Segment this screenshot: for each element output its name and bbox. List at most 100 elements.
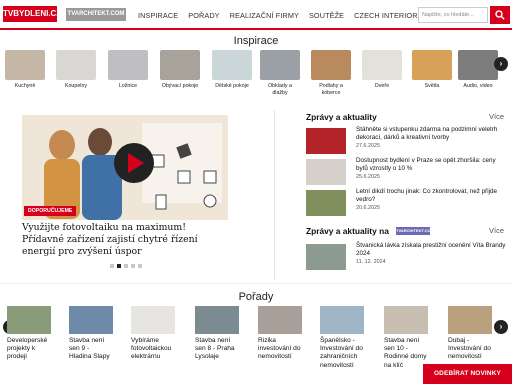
news-title: Dostupnost bydlení v Praze se opět zhorš…	[356, 157, 496, 172]
news2-heading: Zprávy a aktuality na	[306, 226, 389, 236]
category-label: Obklady a dlažby	[268, 83, 292, 96]
show-card[interactable]: Stavba není sen 10 - Rodinné domy na klí…	[384, 306, 428, 370]
show-thumbnail	[195, 306, 239, 334]
porady-title: Pořady	[238, 291, 274, 303]
category-label: Světla	[424, 83, 440, 89]
show-card[interactable]: Stavba není sen 9 - Hladina Slapy	[69, 306, 113, 362]
news-title: Letní dikdí trochu jinak: Co zkontrolova…	[356, 188, 498, 203]
category-obklady-a-dlazby[interactable]: Obklady a dlažby	[260, 50, 300, 96]
news-item[interactable]: Letní dikdí trochu jinak: Co zkontrolova…	[306, 188, 506, 224]
news-thumbnail	[306, 190, 346, 216]
pagination-dot[interactable]	[138, 264, 142, 268]
news-more-link[interactable]: Více	[489, 112, 504, 121]
show-label: Developerské projekty k prodeji	[7, 337, 48, 361]
news-thumbnail	[306, 128, 346, 154]
news-date: 27.6.2025	[356, 142, 380, 149]
show-label: Vybíráme fotovoltaickou elektrárnu	[131, 337, 172, 361]
recommended-badge: DOPORUČUJEME	[24, 206, 77, 216]
hero-title[interactable]: Využijte fotovoltaiku na maximum! Přídav…	[22, 222, 228, 258]
news2-more-link[interactable]: Více	[489, 226, 504, 235]
category-audio-video[interactable]: Audio, video	[458, 50, 498, 90]
category-thumbnail	[362, 50, 402, 80]
category-label: Koupelny	[64, 83, 88, 89]
shows-next-arrow[interactable]: ›	[494, 320, 508, 334]
news-date: 11. 12. 2024	[356, 258, 386, 265]
top-bar: TVBYDLENI.CZ TVARCHITEKT.COM INSPIRACE P…	[0, 0, 512, 30]
news-date: 20.6.2025	[356, 204, 380, 211]
category-label: Obývací pokoje	[161, 83, 199, 89]
category-thumbnail	[212, 50, 252, 80]
news-text: Dostupnost bydlení v Praze se opět zhorš…	[356, 157, 508, 180]
show-card[interactable]: Dubaj - Investování do nemovitostí	[448, 306, 492, 362]
show-thumbnail	[384, 306, 428, 334]
newsletter-subscribe-button[interactable]: ODEBÍRAT NOVINKY	[423, 364, 512, 384]
show-card[interactable]: Developerské projekty k prodeji	[7, 306, 51, 362]
show-card[interactable]: Vybíráme fotovoltaickou elektrárnu	[131, 306, 175, 362]
category-thumbnail	[412, 50, 452, 80]
category-label: Dveře	[374, 83, 390, 89]
header-accent-line	[0, 28, 512, 30]
category-thumbnail	[160, 50, 200, 80]
category-dvere[interactable]: Dveře	[362, 50, 402, 90]
show-thumbnail	[258, 306, 302, 334]
category-thumbnail	[56, 50, 96, 80]
show-label: Stavba není sen 10 - Rodinné domy na klí…	[384, 337, 427, 369]
category-thumbnail	[458, 50, 498, 80]
news-text: Štvanická lávka získala prestižní oceněn…	[356, 242, 508, 265]
news-heading: Zprávy a aktuality	[306, 112, 377, 122]
search-button[interactable]	[490, 6, 510, 24]
news-text: Letní dikdí trochu jinak: Co zkontrolova…	[356, 188, 508, 211]
hero-illustration	[22, 115, 228, 220]
show-card[interactable]: Rizika investování do nemovitostí	[258, 306, 302, 362]
show-label: Dubaj - Investování do nemovitostí	[448, 337, 491, 361]
show-thumbnail	[131, 306, 175, 334]
nav-item-souteze[interactable]: SOUTĚŽE	[309, 11, 344, 20]
news-thumbnail	[306, 159, 346, 185]
category-koupelny[interactable]: Koupelny	[56, 50, 96, 90]
show-label: Stavba není sen 8 - Praha Lysolaje	[195, 337, 235, 361]
category-obyvaci-pokoje[interactable]: Obývací pokoje	[160, 50, 200, 90]
column-divider	[274, 110, 275, 280]
news-item[interactable]: Štvanická lávka získala prestižní oceněn…	[306, 242, 506, 278]
show-card[interactable]: Španělsko - Investování do zahraničních …	[320, 306, 364, 370]
category-label: Kuchyně	[14, 83, 36, 89]
category-detske-pokoje[interactable]: Dětské pokoje	[212, 50, 252, 90]
nav-item-realizacni-firmy[interactable]: REALIZAČNÍ FIRMY	[230, 11, 299, 20]
pagination-dot[interactable]	[110, 264, 114, 268]
news-thumbnail	[306, 244, 346, 270]
show-thumbnail	[7, 306, 51, 334]
category-loznice[interactable]: Ložnice	[108, 50, 148, 90]
pagination-dot[interactable]	[131, 264, 135, 268]
news-text: Stáhněte si vstupenku zdarma na podzimní…	[356, 126, 508, 149]
show-card[interactable]: Stavba není sen 8 - Praha Lysolaje	[195, 306, 239, 362]
nav-item-porady[interactable]: POŘADY	[188, 11, 219, 20]
search-icon	[495, 10, 505, 20]
news-date: 25.6.2025	[356, 173, 380, 180]
main-nav: INSPIRACE POŘADY REALIZAČNÍ FIRMY SOUTĚŽ…	[138, 11, 446, 20]
category-label: Podlahy a koberce	[319, 83, 343, 96]
news-title: Štvanická lávka získala prestižní oceněn…	[356, 242, 506, 257]
logo-tvbydleni[interactable]: TVBYDLENI.CZ	[3, 6, 61, 22]
show-thumbnail	[448, 306, 492, 334]
category-label: Audio, video	[463, 83, 493, 89]
category-svetla[interactable]: Světla	[412, 50, 452, 90]
hero-pagination	[110, 264, 142, 268]
category-podlahy-a-koberce[interactable]: Podlahy a koberce	[311, 50, 351, 96]
search-input[interactable]: Napište, co hledáte...	[418, 7, 488, 23]
pagination-dot[interactable]	[124, 264, 128, 268]
pagination-dot-active[interactable]	[117, 264, 121, 268]
tvarchitekt-logo[interactable]: TVARCHITEKT.COM	[396, 227, 434, 235]
show-thumbnail	[69, 306, 113, 334]
inspirace-title: Inspirace	[233, 35, 279, 47]
category-kuchyne[interactable]: Kuchyně	[5, 50, 45, 90]
section-divider	[0, 283, 512, 284]
category-thumbnail	[311, 50, 351, 80]
show-label: Španělsko - Investování do zahraničních …	[320, 337, 363, 369]
category-label: Dětské pokoje	[215, 83, 249, 89]
category-thumbnail	[5, 50, 45, 80]
hero-image[interactable]: DOPORUČUJEME	[22, 115, 228, 220]
show-thumbnail	[320, 306, 364, 334]
nav-item-inspirace[interactable]: INSPIRACE	[138, 11, 178, 20]
category-next-arrow[interactable]: ›	[494, 57, 508, 71]
logo-tvarchitekt[interactable]: TVARCHITEKT.COM	[66, 8, 126, 21]
